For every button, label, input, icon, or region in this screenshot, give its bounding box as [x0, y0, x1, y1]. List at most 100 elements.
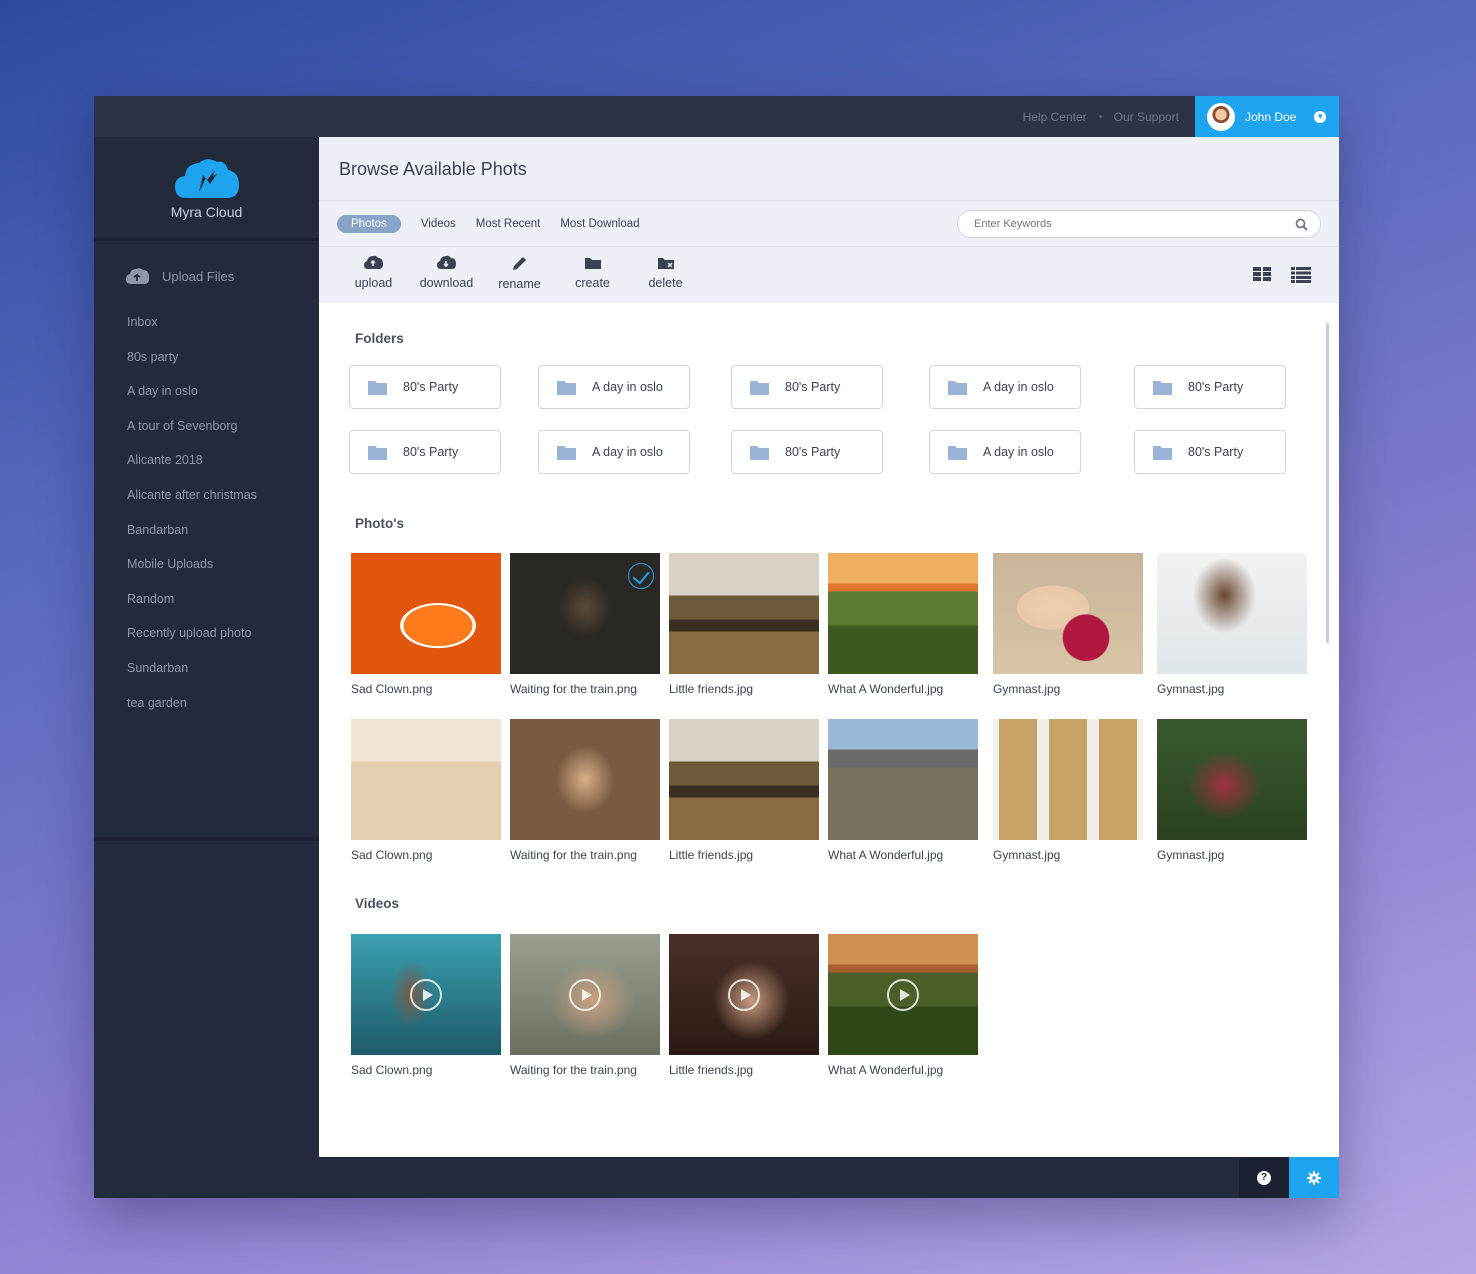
video-thumbnail[interactable] — [669, 934, 819, 1055]
sidebar-item-mobile-uploads[interactable]: Mobile Uploads — [94, 547, 319, 582]
photo-card[interactable]: What A Wonderful.jpg — [828, 553, 978, 696]
play-icon[interactable] — [410, 978, 442, 1011]
photo-caption: Gymnast.jpg — [1157, 682, 1225, 696]
brand-name: Myra Cloud — [170, 203, 243, 220]
photo-thumbnail[interactable] — [828, 719, 978, 840]
grid-view-icon[interactable] — [1253, 267, 1271, 281]
sidebar-item-sundarban[interactable]: Sundarban — [94, 651, 319, 686]
delete-button[interactable]: delete — [629, 255, 702, 291]
help-button[interactable]: ? — [1239, 1157, 1289, 1198]
sidebar-item-alicante-after-christmas[interactable]: Alicante after christmas — [94, 478, 319, 513]
video-card[interactable]: What A Wonderful.jpg — [828, 934, 978, 1077]
tab-videos[interactable]: Videos — [421, 215, 456, 233]
search-icon[interactable] — [1295, 218, 1308, 231]
video-thumbnail[interactable] — [351, 934, 501, 1055]
photo-thumbnail[interactable] — [828, 553, 978, 674]
photo-thumbnail[interactable] — [351, 553, 501, 674]
photo-card[interactable]: Sad Clown.png — [351, 719, 501, 862]
folder-card[interactable]: A day in oslo — [929, 365, 1081, 409]
folder-card[interactable]: 80's Party — [731, 430, 883, 474]
play-icon[interactable] — [887, 978, 919, 1011]
folder-card[interactable]: 80's Party — [731, 365, 883, 409]
sidebar-item-alicante-2018[interactable]: Alicante 2018 — [94, 443, 319, 478]
video-thumbnail[interactable] — [828, 934, 978, 1055]
app-window: Help Center Our Support John Doe ▼ Myra … — [94, 96, 1339, 1198]
folder-icon — [1153, 380, 1172, 395]
photo-card[interactable]: Little friends.jpg — [669, 553, 819, 696]
photo-thumbnail[interactable] — [993, 553, 1143, 674]
sidebar-item-random[interactable]: Random — [94, 582, 319, 617]
scrollbar[interactable] — [1326, 323, 1329, 643]
upload-files-button[interactable]: Upload Files — [94, 241, 319, 285]
brand[interactable]: Myra Cloud — [94, 137, 319, 241]
video-card[interactable]: Waiting for the train.png — [510, 934, 660, 1077]
photo-card[interactable]: Waiting for the train.png — [510, 553, 660, 696]
video-caption: Sad Clown.png — [351, 1063, 433, 1077]
sidebar-item-a-tour-of-sevenborg[interactable]: A tour of Sevenborg — [94, 409, 319, 444]
tab-most-download[interactable]: Most Download — [560, 215, 639, 233]
folder-card[interactable]: A day in oslo — [929, 430, 1081, 474]
photo-caption: What A Wonderful.jpg — [828, 848, 944, 862]
folder-card[interactable]: 80's Party — [349, 365, 501, 409]
help-center-link[interactable]: Help Center — [1023, 110, 1087, 124]
photo-thumbnail[interactable] — [510, 719, 660, 840]
photo-caption: Gymnast.jpg — [993, 848, 1061, 862]
our-support-link[interactable]: Our Support — [1114, 110, 1179, 124]
photo-thumbnail[interactable] — [1157, 719, 1307, 840]
sidebar-item-bandarban[interactable]: Bandarban — [94, 513, 319, 548]
play-icon[interactable] — [728, 978, 760, 1011]
photo-card[interactable]: What A Wonderful.jpg — [828, 719, 978, 862]
photo-card[interactable]: Gymnast.jpg — [1157, 719, 1307, 862]
play-icon[interactable] — [569, 978, 601, 1011]
settings-button[interactable] — [1289, 1157, 1339, 1198]
photo-thumbnail[interactable] — [993, 719, 1143, 840]
top-links: Help Center Our Support — [1023, 96, 1179, 137]
list-view-icon[interactable] — [1291, 267, 1311, 283]
photo-card[interactable]: Gymnast.jpg — [1157, 553, 1307, 696]
folder-name: A day in oslo — [592, 445, 663, 459]
photo-thumbnail[interactable] — [510, 553, 660, 674]
photo-thumbnail[interactable] — [669, 719, 819, 840]
view-toggle — [1253, 267, 1311, 283]
folder-card[interactable]: 80's Party — [1134, 365, 1286, 409]
photo-card[interactable]: Gymnast.jpg — [993, 719, 1143, 862]
photo-card[interactable]: Sad Clown.png — [351, 553, 501, 696]
photo-caption: Little friends.jpg — [669, 848, 754, 862]
upload-button[interactable]: upload — [337, 255, 410, 291]
photo-caption: Sad Clown.png — [351, 848, 433, 862]
video-card[interactable]: Sad Clown.png — [351, 934, 501, 1077]
sidebar-item-inbox[interactable]: Inbox — [94, 305, 319, 340]
photo-card[interactable]: Little friends.jpg — [669, 719, 819, 862]
download-button[interactable]: download — [410, 255, 483, 291]
folder-name: A day in oslo — [983, 380, 1054, 394]
chevron-down-icon: ▼ — [1314, 110, 1327, 123]
selected-check-icon[interactable] — [628, 563, 654, 589]
photo-card[interactable]: Waiting for the train.png — [510, 719, 660, 862]
folder-card[interactable]: A day in oslo — [538, 365, 690, 409]
photo-thumbnail[interactable] — [1157, 553, 1307, 674]
rename-label: rename — [498, 277, 541, 291]
folder-card[interactable]: A day in oslo — [538, 430, 690, 474]
cloud-logo-icon — [174, 158, 239, 198]
video-card[interactable]: Little friends.jpg — [669, 934, 819, 1077]
sidebar-item-80s-party[interactable]: 80s party — [94, 340, 319, 375]
sidebar-item-recently-upload-photo[interactable]: Recently upload photo — [94, 616, 319, 651]
photo-card[interactable]: Gymnast.jpg — [993, 553, 1143, 696]
photo-thumbnail[interactable] — [669, 553, 819, 674]
folder-icon — [557, 380, 576, 395]
photo-thumbnail[interactable] — [351, 719, 501, 840]
tab-photos[interactable]: Photos — [337, 215, 401, 233]
photo-caption: Waiting for the train.png — [510, 848, 637, 862]
folders-heading: Folders — [355, 331, 404, 346]
video-thumbnail[interactable] — [510, 934, 660, 1055]
sidebar-item-tea-garden[interactable]: tea garden — [94, 686, 319, 721]
sidebar-item-a-day-in-oslo[interactable]: A day in oslo — [94, 374, 319, 409]
folder-card[interactable]: 80's Party — [1134, 430, 1286, 474]
create-button[interactable]: create — [556, 255, 629, 291]
top-bar: Help Center Our Support John Doe ▼ — [94, 96, 1339, 137]
rename-button[interactable]: rename — [483, 255, 556, 291]
tab-most-recent[interactable]: Most Recent — [476, 215, 541, 233]
search-input[interactable] — [974, 218, 1274, 230]
user-menu[interactable]: John Doe ▼ — [1195, 96, 1339, 137]
folder-card[interactable]: 80's Party — [349, 430, 501, 474]
